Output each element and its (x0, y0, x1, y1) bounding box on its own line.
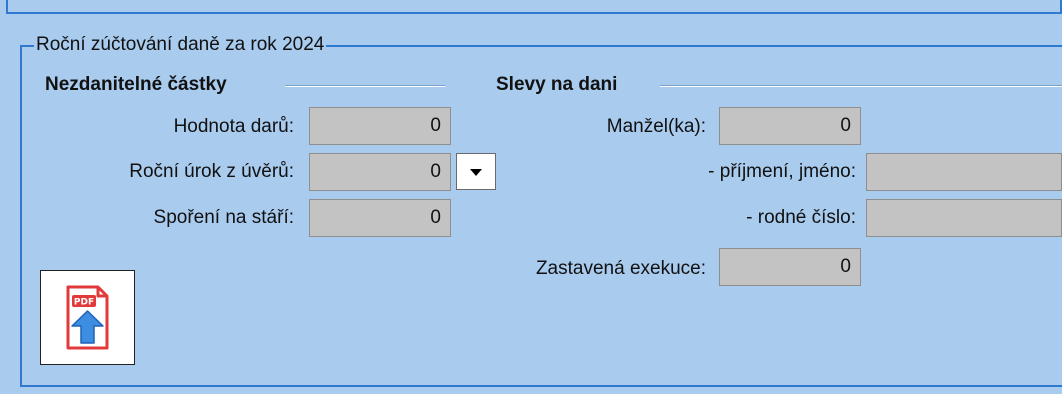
groupbox-title: Roční zúčtování daně za rok 2024 (34, 33, 327, 57)
halted-execution-label: Zastavená exekuce: (535, 258, 706, 279)
birth-number-field[interactable] (866, 199, 1062, 237)
halted-execution-field[interactable]: 0 (719, 248, 861, 286)
retirement-savings-field[interactable]: 0 (309, 199, 451, 237)
loan-interest-label: Roční úrok z úvěrů: (129, 161, 294, 182)
top-panel (6, 0, 1062, 14)
pdf-export-button[interactable]: PDF (40, 270, 135, 365)
nontaxable-divider (285, 85, 445, 87)
discounts-heading: Slevy na dani (496, 74, 618, 95)
birth-number-label: - rodné číslo: (746, 207, 856, 228)
spouse-field[interactable]: 0 (719, 107, 861, 145)
retirement-savings-label: Spoření na stáří: (153, 207, 294, 228)
gift-value-label: Hodnota darů: (173, 116, 294, 137)
chevron-down-icon (470, 169, 482, 176)
surname-name-label: - příjmení, jméno: (708, 161, 856, 182)
gift-value-field[interactable]: 0 (309, 107, 451, 145)
pdf-upload-icon: PDF (66, 285, 109, 350)
surname-name-field[interactable] (866, 153, 1062, 191)
nontaxable-heading: Nezdanitelné částky (45, 74, 227, 95)
loan-interest-dropdown-button[interactable] (456, 153, 496, 190)
loan-interest-field[interactable]: 0 (309, 153, 451, 191)
discounts-divider (660, 85, 1062, 87)
svg-text:PDF: PDF (74, 298, 94, 308)
spouse-label: Manžel(ka): (606, 116, 706, 137)
